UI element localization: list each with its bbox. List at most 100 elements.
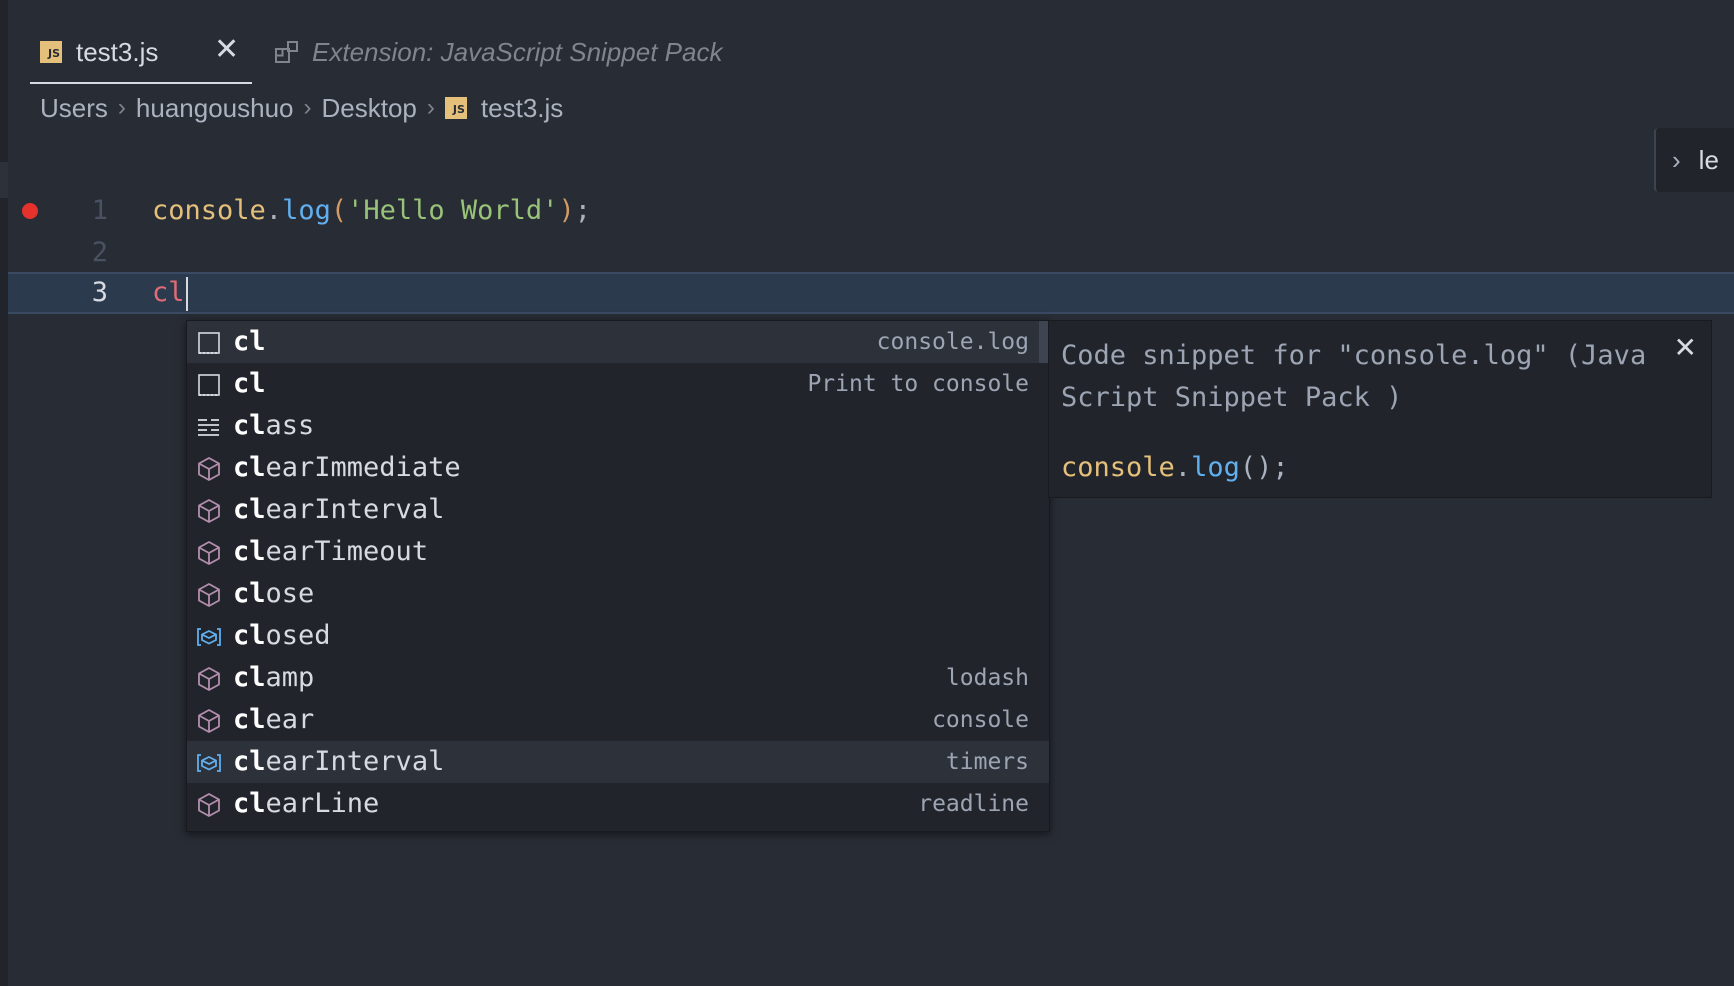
token-string: 'Hello World' [347, 195, 559, 226]
suggestion-match: cl [233, 620, 266, 651]
suggestion-label: clearTimeout [233, 531, 428, 573]
suggestion-rest: ose [265, 578, 315, 609]
line-number: 2 [91, 237, 108, 268]
suggestion-item[interactable]: closed [187, 615, 1049, 657]
suggestion-match: cl [233, 368, 266, 399]
token-paren: ) [558, 195, 575, 226]
editor-window: JS test3.js ✕ Extension: JavaScript Snip… [0, 0, 1734, 986]
suggestion-match: cl [233, 704, 266, 735]
suggestion-item[interactable]: clamp lodash [187, 657, 1049, 699]
suggestion-detail: console [932, 707, 1029, 733]
suggestion-match: cl [233, 746, 266, 777]
method-icon [195, 454, 223, 482]
method-icon [195, 706, 223, 734]
method-icon [195, 496, 223, 524]
token-semicolon: ; [574, 195, 591, 226]
line-number: 3 [91, 277, 108, 308]
suggestion-rest: osed [265, 620, 331, 651]
code-line[interactable]: 1 console.log('Hello World'); [8, 190, 1734, 232]
text-cursor [185, 276, 188, 311]
suggestion-item[interactable]: cl Print to console [187, 363, 1049, 405]
suggestion-detail: console.log [876, 329, 1029, 355]
extension-icon [275, 41, 298, 63]
close-icon[interactable]: ✕ [214, 35, 239, 65]
tab-bar: JS test3.js ✕ Extension: JavaScript Snip… [8, 0, 1734, 84]
suggestion-match: cl [233, 662, 266, 693]
collapsed-side-widget[interactable]: › le [1654, 128, 1734, 192]
suggestion-rest: amp [265, 662, 315, 693]
suggestion-item[interactable]: clear console [187, 699, 1049, 741]
breadcrumb-file[interactable]: JS test3.js [444, 92, 564, 124]
code-line[interactable]: 2 [8, 232, 1734, 274]
activity-edge [0, 0, 8, 986]
suggestion-rest: ear [265, 704, 315, 735]
suggestion-match: cl [233, 788, 266, 819]
suggestion-label: cl [233, 363, 266, 405]
code-line-current[interactable]: 3 cl [8, 272, 1734, 314]
method-icon [195, 538, 223, 566]
close-icon[interactable]: ✕ [1674, 331, 1697, 364]
suggestion-item[interactable]: clearTimeout [187, 531, 1049, 573]
token-dot: . [265, 195, 283, 226]
suggestion-match: cl [233, 326, 266, 357]
chevron-right-icon[interactable]: › [1672, 145, 1681, 176]
suggestion-widget[interactable]: cl console.log cl Print to console class clea… [186, 320, 1050, 832]
breakpoint-icon[interactable] [22, 203, 38, 219]
suggestion-label: close [233, 573, 314, 615]
suggestion-match: cl [233, 410, 266, 441]
tab-label: Extension: JavaScript Snippet Pack [312, 36, 723, 67]
keyword-icon [195, 412, 223, 440]
breadcrumb-file-label: test3.js [480, 92, 564, 123]
suggestion-item[interactable]: close [187, 573, 1049, 615]
line-number: 1 [91, 195, 108, 226]
suggestion-match: cl [233, 536, 266, 567]
chevron-right-icon: › [426, 94, 435, 121]
breadcrumb-users[interactable]: Users [40, 93, 108, 124]
suggestion-item[interactable]: cl console.log [187, 321, 1049, 363]
chevron-right-icon: › [117, 94, 126, 121]
suggestion-item[interactable]: class [187, 405, 1049, 447]
token-dot: . [1174, 452, 1192, 483]
token-paren: ( [330, 195, 348, 226]
suggestion-label: cl [233, 321, 266, 363]
breadcrumb: Users › huangoushuo › Desktop › JS test3… [40, 86, 563, 130]
details-description: Code snippet for "console.log" (JavaScri… [1061, 340, 1647, 413]
suggestion-detail: timers [945, 749, 1029, 775]
suggestion-match: cl [233, 578, 266, 609]
suggestion-details: Code snippet for "console.log" (JavaScri… [1048, 320, 1712, 498]
suggestion-rest: earImmediate [265, 452, 461, 483]
suggestion-label: clamp [233, 657, 314, 699]
breadcrumb-user[interactable]: huangoushuo [136, 93, 294, 124]
suggestion-item[interactable]: clearImmediate [187, 447, 1049, 489]
js-file-icon: JS [40, 41, 62, 63]
chevron-right-icon: › [303, 94, 312, 121]
suggestion-detail: readline [918, 791, 1029, 817]
suggestion-label: clearInterval [233, 489, 444, 531]
suggestion-label: class [233, 405, 314, 447]
suggestion-detail: Print to console [807, 371, 1029, 397]
js-file-icon: JS [444, 97, 467, 119]
breadcrumb-desktop[interactable]: Desktop [322, 93, 417, 124]
method-icon [195, 580, 223, 608]
suggestion-item[interactable]: clearInterval timers [187, 741, 1049, 783]
tab-extension[interactable]: Extension: JavaScript Snippet Pack [274, 22, 722, 82]
suggestion-label: closed [233, 615, 331, 657]
snippet-icon [195, 328, 223, 356]
token-function: log [1191, 452, 1240, 483]
typed-text: cl [152, 277, 185, 308]
snippet-icon [195, 370, 223, 398]
suggestion-item[interactable]: clearLine readline [187, 783, 1049, 825]
suggestion-rest: ass [265, 410, 315, 441]
tab-test3-js[interactable]: JS test3.js ✕ [30, 22, 252, 84]
suggestion-item[interactable]: clearInterval [187, 489, 1049, 531]
activity-marker [0, 162, 8, 198]
suggestion-label: clear [233, 699, 314, 741]
details-code: console.log(); [1061, 447, 1289, 489]
variable-icon [195, 622, 223, 650]
suggestion-label: clearImmediate [233, 447, 461, 489]
suggestion-rest: earTimeout [265, 536, 429, 567]
token-function: log [282, 195, 331, 226]
suggestion-label: clearLine [233, 783, 379, 825]
suggestion-rest: earLine [265, 788, 380, 819]
token-object: console [152, 195, 266, 226]
